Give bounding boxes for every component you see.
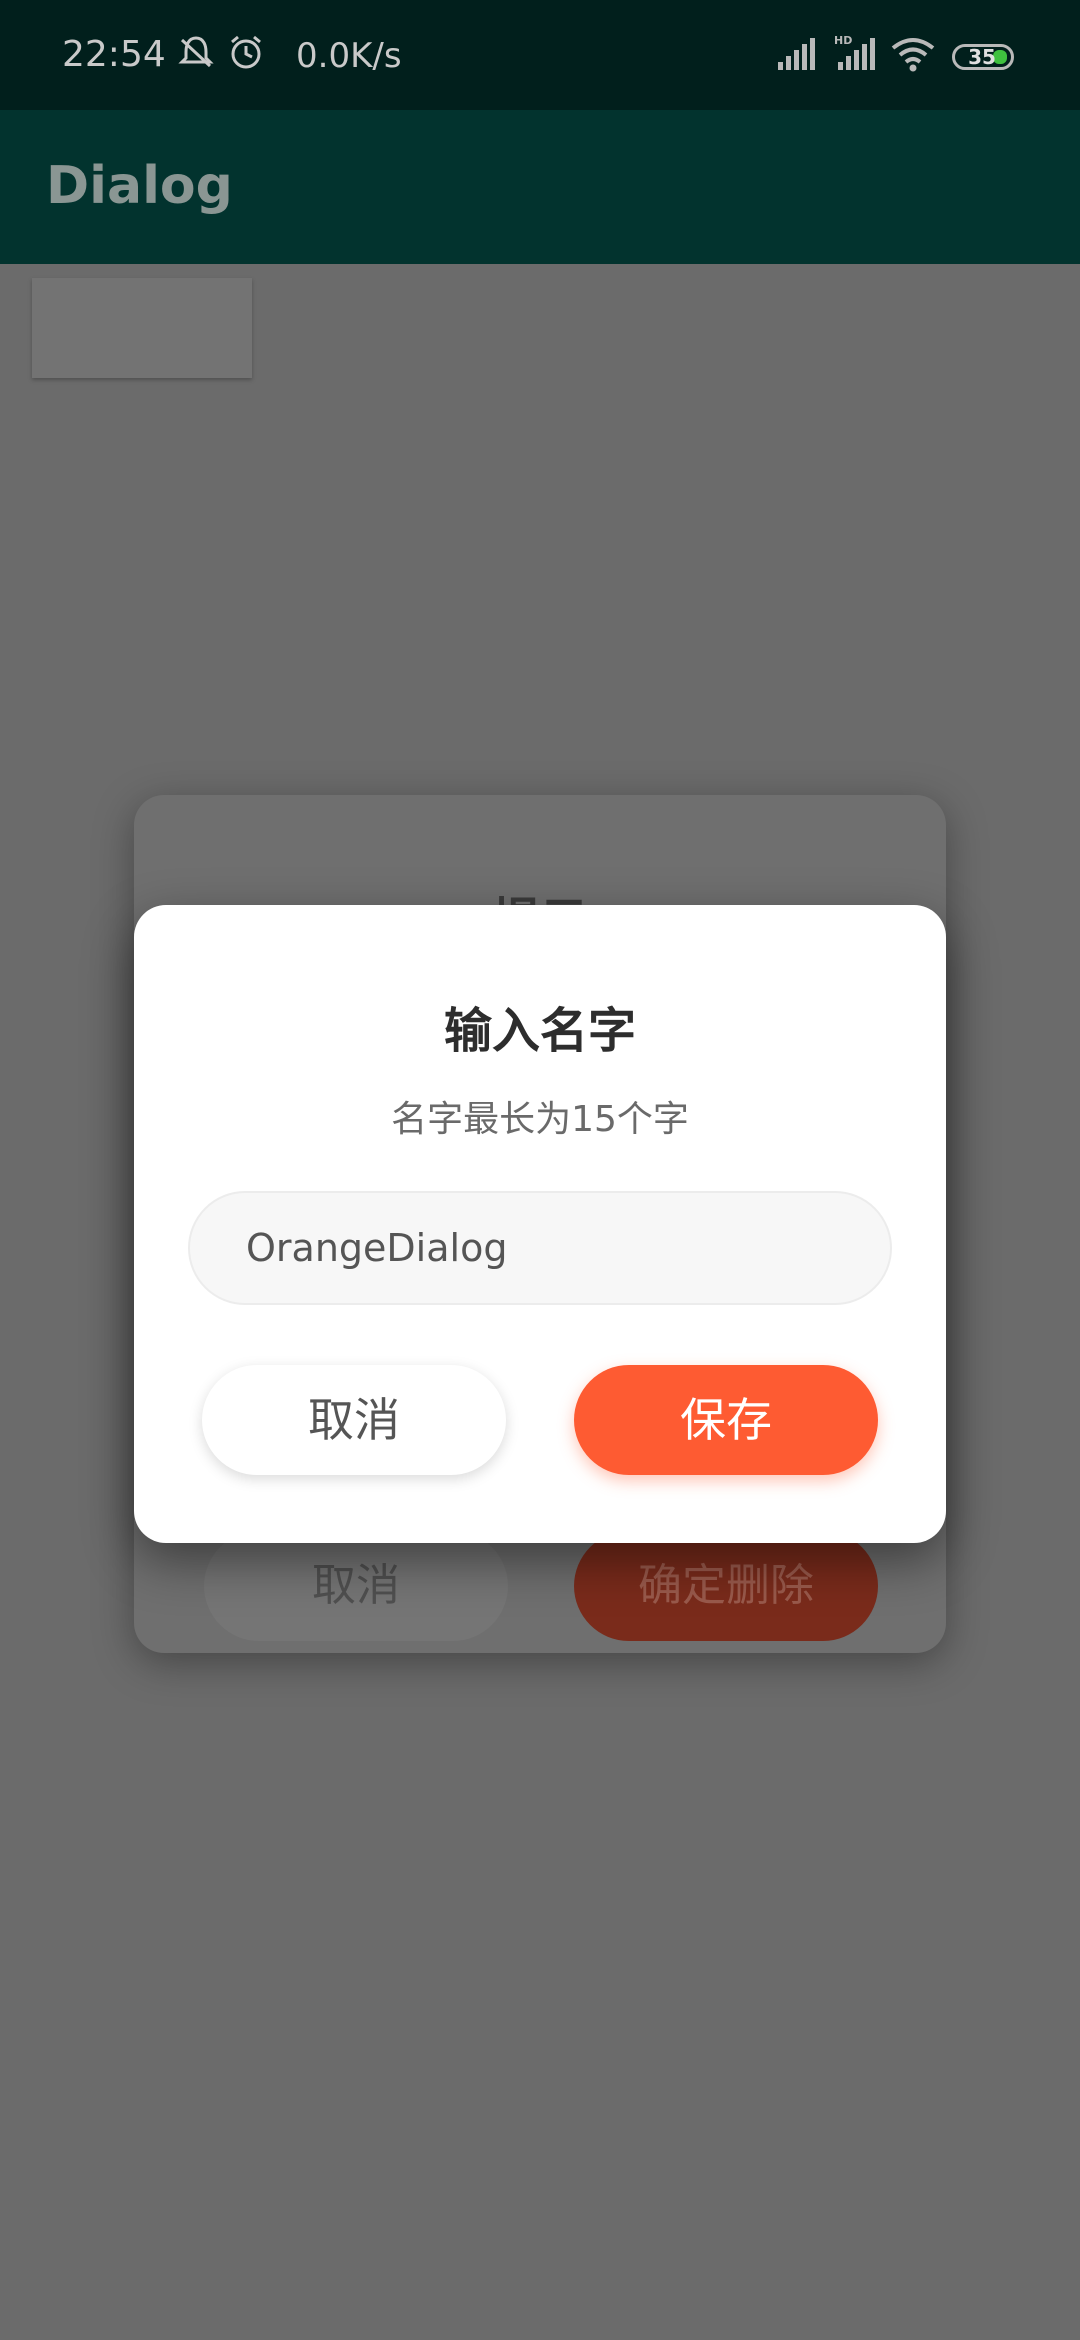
battery-icon: 35 — [952, 44, 1014, 70]
cancel-button[interactable]: 取消 — [202, 1365, 506, 1475]
save-button[interactable]: 保存 — [574, 1365, 878, 1475]
battery-level: 35 — [968, 45, 996, 69]
name-input[interactable]: OrangeDialog — [188, 1191, 892, 1305]
signal-hd-icon: HD — [834, 34, 880, 78]
input-name-dialog: 输入名字 名字最长为15个字 OrangeDialog 取消 保存 — [134, 905, 946, 1543]
network-speed: 0.0K/s — [296, 36, 402, 76]
svg-text:HD: HD — [834, 34, 852, 47]
status-bar: 22:54 0.0K/s HD 35 — [0, 0, 1080, 110]
wifi-icon — [890, 36, 936, 78]
background-confirm-delete-button: 确定删除 — [574, 1531, 878, 1641]
status-time: 22:54 — [62, 34, 166, 75]
signal-icon — [776, 38, 820, 76]
alarm-icon — [226, 32, 266, 76]
show-dialog-button — [32, 278, 252, 378]
dialog-subtitle: 名字最长为15个字 — [391, 1099, 689, 1140]
dialog-title: 输入名字 — [443, 1003, 636, 1059]
app-bar: Dialog — [0, 110, 1080, 264]
app-title: Dialog — [46, 156, 233, 216]
bell-off-icon — [176, 32, 216, 76]
background-cancel-button: 取消 — [204, 1531, 508, 1641]
